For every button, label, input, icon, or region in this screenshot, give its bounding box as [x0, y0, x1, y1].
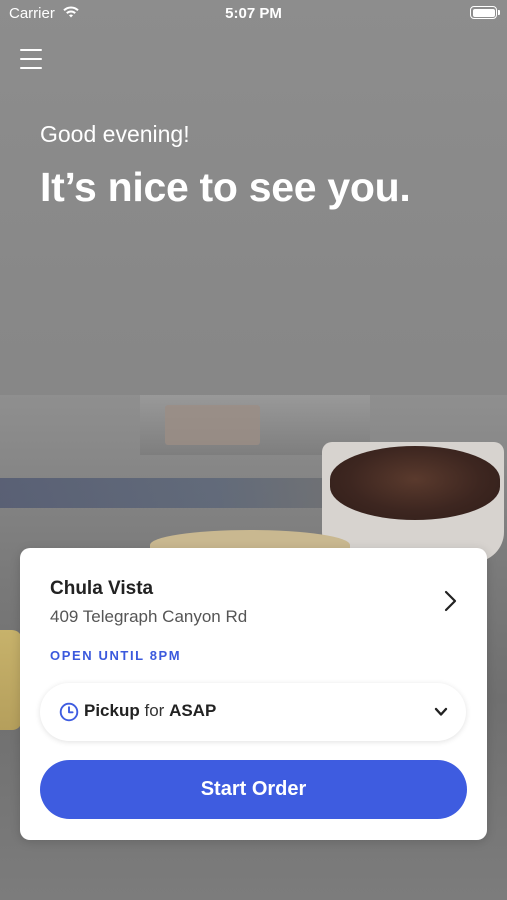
hamburger-menu-icon[interactable] — [20, 49, 42, 69]
store-sign-shape — [165, 405, 260, 445]
order-time-label: ASAP — [169, 701, 217, 720]
battery-icon — [470, 6, 500, 19]
pickup-summary: Pickup for ASAP — [84, 701, 216, 721]
store-hours-label: OPEN UNTIL 8PM — [50, 648, 182, 663]
clock-icon — [59, 702, 79, 722]
side-food — [0, 630, 22, 730]
status-time: 5:07 PM — [225, 5, 282, 22]
storefront-stripe — [0, 478, 360, 508]
chevron-right-icon[interactable] — [440, 589, 460, 613]
chevron-down-icon — [434, 707, 448, 716]
page-headline: It’s nice to see you. — [40, 164, 411, 210]
greeting-text: Good evening! — [40, 121, 190, 147]
order-type-label: Pickup — [84, 701, 140, 720]
start-order-button[interactable]: Start Order — [40, 760, 467, 819]
for-label: for — [144, 701, 165, 720]
store-card: Chula Vista 409 Telegraph Canyon Rd OPEN… — [20, 548, 487, 840]
store-address[interactable]: 409 Telegraph Canyon Rd — [50, 607, 247, 627]
status-bar: Carrier 5:07 PM — [0, 0, 507, 28]
iced-drink-top — [330, 446, 500, 520]
store-name[interactable]: Chula Vista — [50, 578, 153, 600]
pickup-time-selector[interactable]: Pickup for ASAP — [40, 683, 466, 741]
